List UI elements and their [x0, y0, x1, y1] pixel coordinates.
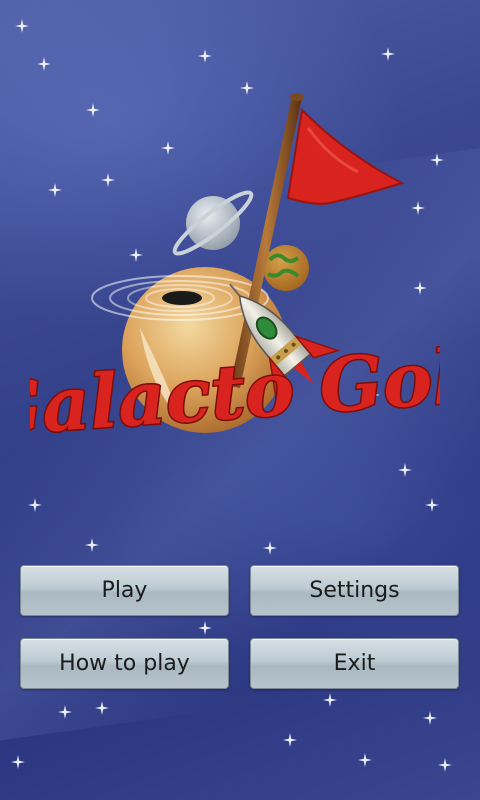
ringed-planet-icon	[172, 190, 254, 256]
svg-text:Galacto Golf: Galacto Golf	[30, 331, 440, 453]
how-to-play-button-label: How to play	[59, 651, 190, 676]
exit-button[interactable]: Exit	[250, 638, 459, 689]
green-planet-icon	[263, 245, 309, 291]
logo-title-lettering: Galacto Golf	[30, 330, 440, 455]
galacto-golf-logo: Galacto Golf	[30, 93, 440, 455]
play-button[interactable]: Play	[20, 565, 229, 616]
exit-button-label: Exit	[333, 651, 376, 676]
how-to-play-button[interactable]: How to play	[20, 638, 229, 689]
play-button-label: Play	[101, 578, 148, 603]
main-menu-screen: Galacto Golf Play Settings How to play E…	[0, 0, 480, 800]
settings-button[interactable]: Settings	[250, 565, 459, 616]
settings-button-label: Settings	[309, 578, 400, 603]
